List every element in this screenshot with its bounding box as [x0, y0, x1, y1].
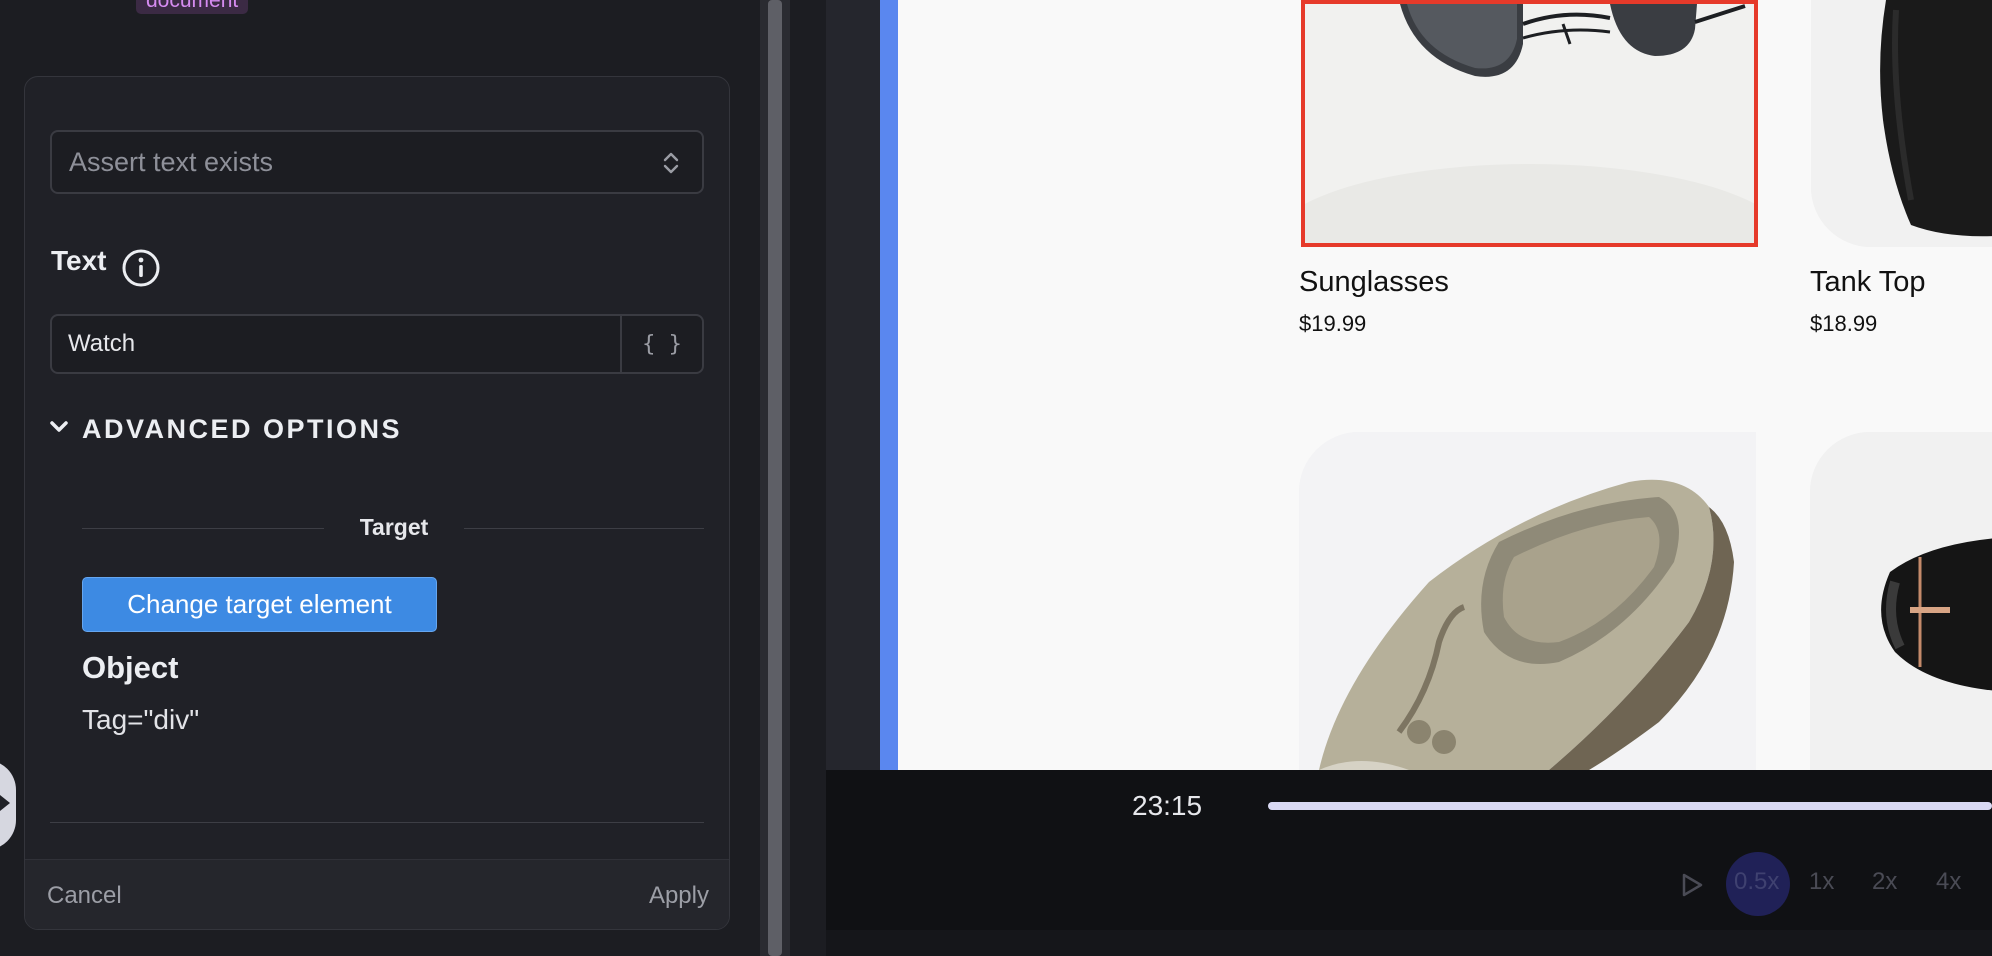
chevron-down-icon[interactable]: [49, 419, 69, 435]
product-image-tank-top[interactable]: [1811, 0, 1992, 247]
playback-progress-bar[interactable]: [1268, 802, 1992, 810]
cancel-button[interactable]: Cancel: [47, 882, 122, 910]
panel-gap: [790, 0, 826, 956]
speed-2x-button[interactable]: 2x: [1872, 868, 1897, 896]
website-viewport: Sunglasses $19.99 Tank Top $18.99: [898, 0, 1992, 770]
text-field: { }: [50, 314, 704, 374]
playback-time: 23:15: [1132, 790, 1203, 821]
speed-0-5x-button[interactable]: 0.5x: [1734, 868, 1779, 896]
card-footer: Cancel Apply: [25, 859, 729, 929]
info-icon[interactable]: [121, 248, 161, 288]
product-price: $18.99: [1810, 311, 1878, 336]
assertion-type-value: Assert text exists: [69, 146, 274, 177]
play-icon[interactable]: [1680, 872, 1704, 898]
product-image-loafers[interactable]: [1299, 432, 1756, 770]
assertion-type-select[interactable]: Assert text exists: [50, 130, 704, 194]
object-heading: Object: [82, 650, 179, 685]
insert-variable-button[interactable]: { }: [620, 316, 702, 372]
divider: [82, 528, 324, 529]
text-field-label: Text: [51, 245, 107, 276]
product-image-hair-dryer[interactable]: [1810, 432, 1992, 770]
sunglasses-graphic: [1305, 4, 1754, 243]
document-badge: document: [136, 0, 249, 14]
speed-4x-button[interactable]: 4x: [1936, 868, 1961, 896]
speed-1x-button[interactable]: 1x: [1809, 868, 1834, 896]
step-edit-card: Assert text exists Text { } ADVANCED OPT…: [24, 76, 730, 930]
divider: [464, 528, 704, 529]
product-price: $19.99: [1299, 311, 1367, 336]
apply-button[interactable]: Apply: [649, 882, 709, 910]
loafers-graphic: [1299, 432, 1756, 770]
playback-controls: [826, 770, 1992, 930]
viewport-edge: [880, 0, 898, 770]
target-tag-text: Tag="div": [82, 704, 200, 735]
text-value-input[interactable]: [52, 316, 620, 372]
step-editor-panel: document Assert text exists Text { }: [0, 0, 760, 956]
advanced-options-toggle[interactable]: ADVANCED OPTIONS: [82, 414, 402, 445]
hair-dryer-graphic: [1810, 432, 1992, 770]
preview-gutter: [826, 0, 880, 770]
product-image-sunglasses[interactable]: [1301, 0, 1758, 247]
chevron-updown-icon: [663, 152, 679, 174]
play-arrow-icon: [0, 795, 10, 811]
product-name[interactable]: Tank Top: [1810, 266, 1926, 299]
tank-top-graphic: [1811, 0, 1992, 247]
change-target-element-button[interactable]: Change target element: [82, 577, 437, 632]
product-name[interactable]: Sunglasses: [1299, 266, 1449, 299]
target-section-label: Target: [359, 514, 429, 540]
scrollbar[interactable]: [768, 0, 782, 956]
divider: [50, 822, 704, 823]
